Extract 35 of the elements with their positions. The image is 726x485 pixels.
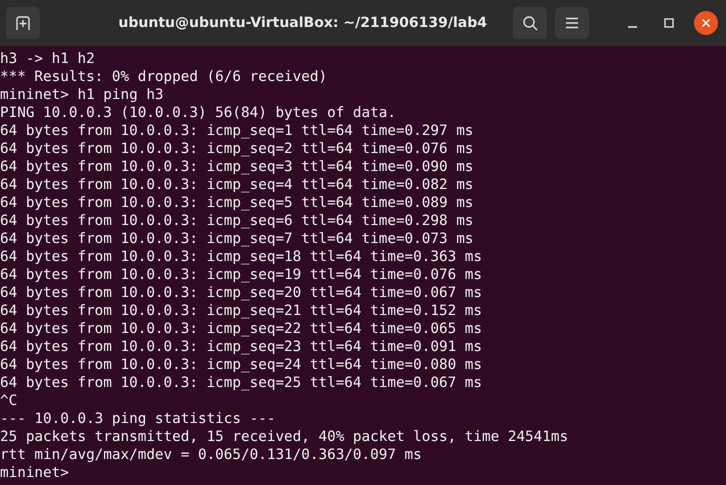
window-title: ubuntu@ubuntu-VirtualBox: ~/211906139/lab4 bbox=[118, 15, 487, 31]
terminal-line: mininet> bbox=[0, 464, 69, 482]
terminal-line: 64 bytes from 10.0.0.3: icmp_seq=19 ttl=64 time=0.076 ms bbox=[0, 266, 482, 284]
menu-button[interactable] bbox=[555, 7, 589, 39]
terminal-line: 64 bytes from 10.0.0.3: icmp_seq=2 ttl=64 time=0.076 ms bbox=[0, 140, 474, 158]
terminal-line: *** Results: 0% dropped (6/6 received) bbox=[0, 68, 328, 86]
terminal-line: 25 packets transmitted, 15 received, 40% packet loss, time 24541ms bbox=[0, 428, 568, 446]
new-tab-icon bbox=[15, 15, 31, 31]
search-icon bbox=[522, 15, 538, 31]
terminal-line: 64 bytes from 10.0.0.3: icmp_seq=20 ttl=64 time=0.067 ms bbox=[0, 284, 482, 302]
terminal-line: 64 bytes from 10.0.0.3: icmp_seq=7 ttl=64 time=0.073 ms bbox=[0, 230, 474, 248]
terminal-line: 64 bytes from 10.0.0.3: icmp_seq=4 ttl=64 time=0.082 ms bbox=[0, 176, 474, 194]
new-tab-button[interactable] bbox=[6, 7, 40, 39]
terminal-line: 64 bytes from 10.0.0.3: icmp_seq=6 ttl=64 time=0.298 ms bbox=[0, 212, 474, 230]
terminal-line: PING 10.0.0.3 (10.0.0.3) 56(84) bytes of data. bbox=[0, 104, 396, 122]
terminal-line: 64 bytes from 10.0.0.3: icmp_seq=5 ttl=64 time=0.089 ms bbox=[0, 194, 474, 212]
terminal-line: 64 bytes from 10.0.0.3: icmp_seq=3 ttl=64 time=0.090 ms bbox=[0, 158, 474, 176]
terminal-line: 64 bytes from 10.0.0.3: icmp_seq=22 ttl=64 time=0.065 ms bbox=[0, 320, 482, 338]
close-button[interactable] bbox=[694, 11, 718, 35]
terminal-line: rtt min/avg/max/mdev = 0.065/0.131/0.363/0.097 ms bbox=[0, 446, 422, 464]
maximize-icon bbox=[664, 18, 674, 28]
terminal-line: ^C bbox=[0, 392, 18, 410]
minimize-icon bbox=[628, 26, 636, 28]
close-icon bbox=[701, 18, 711, 28]
terminal-line: 64 bytes from 10.0.0.3: icmp_seq=23 ttl=64 time=0.091 ms bbox=[0, 338, 482, 356]
terminal-line: mininet> h1 ping h3 bbox=[0, 86, 164, 104]
terminal-line: 64 bytes from 10.0.0.3: icmp_seq=21 ttl=64 time=0.152 ms bbox=[0, 302, 482, 320]
terminal-line: --- 10.0.0.3 ping statistics --- bbox=[0, 410, 276, 428]
terminal-line: 64 bytes from 10.0.0.3: icmp_seq=24 ttl=64 time=0.080 ms bbox=[0, 356, 482, 374]
terminal-line: h3 -> h1 h2 bbox=[0, 50, 95, 68]
search-button[interactable] bbox=[513, 7, 547, 39]
terminal-line: 64 bytes from 10.0.0.3: icmp_seq=1 ttl=64 time=0.297 ms bbox=[0, 122, 474, 140]
terminal-line: 64 bytes from 10.0.0.3: icmp_seq=18 ttl=64 time=0.363 ms bbox=[0, 248, 482, 266]
terminal-line: 64 bytes from 10.0.0.3: icmp_seq=25 ttl=64 time=0.067 ms bbox=[0, 374, 482, 392]
menu-icon bbox=[565, 17, 579, 29]
